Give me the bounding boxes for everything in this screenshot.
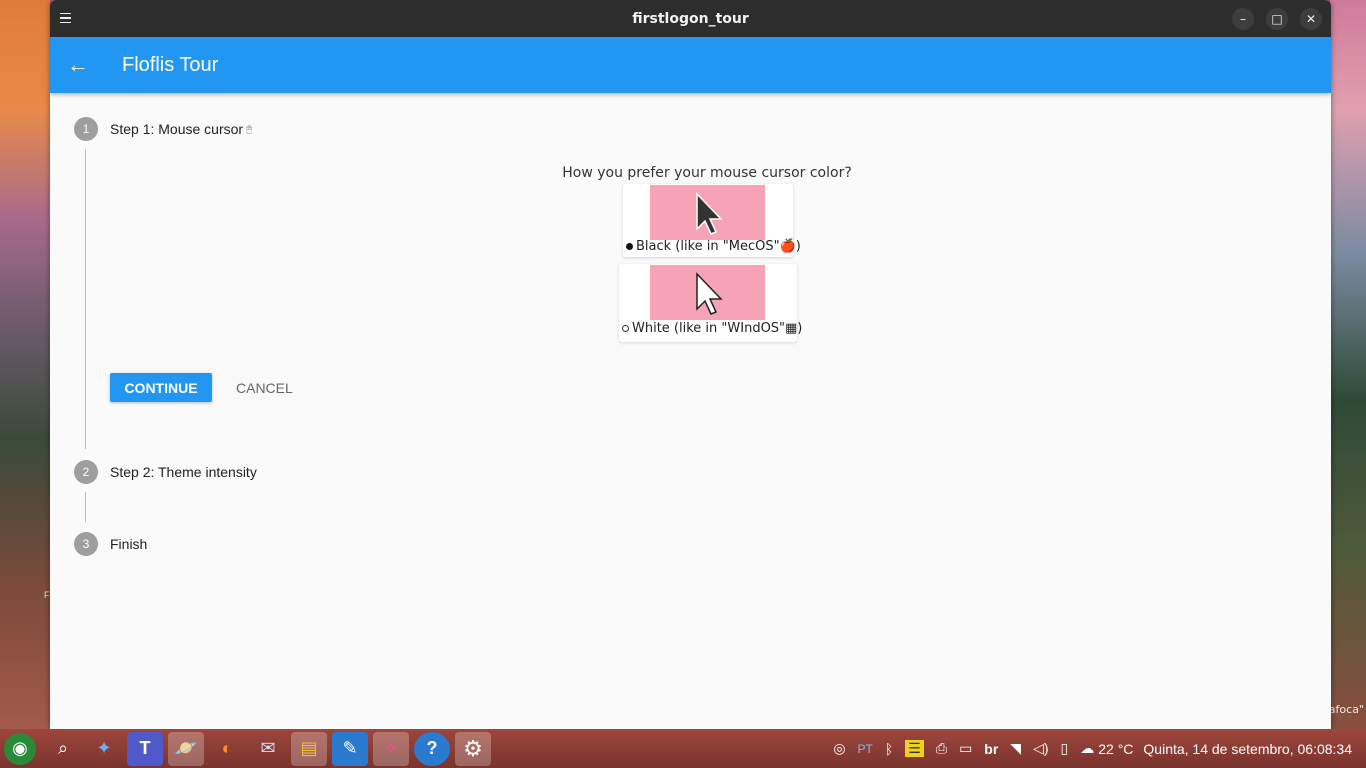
- search-icon[interactable]: ⌕: [45, 732, 81, 766]
- step-title: Step 2: Theme intensity: [110, 464, 257, 480]
- app-window: firstlogon_tour – □ ✕ ← Floflis Tour 1 S…: [50, 0, 1331, 729]
- cancel-button[interactable]: CANCEL: [228, 373, 301, 402]
- option-white-label: White (like in "WIndOS"▦): [622, 321, 802, 336]
- step-number: 2: [74, 460, 98, 484]
- keyboard-layout[interactable]: br: [984, 741, 998, 757]
- step-number: 1: [74, 117, 98, 141]
- planet-app-icon[interactable]: 🪐: [168, 731, 204, 766]
- battery-icon[interactable]: ▯: [1061, 740, 1069, 757]
- desktop-icon-label: afoca": [1328, 703, 1364, 716]
- maximize-button[interactable]: □: [1266, 8, 1288, 30]
- option-white-text: White (like in "WIndOS"▦): [632, 321, 803, 336]
- minimize-button[interactable]: –: [1232, 8, 1254, 30]
- weather-icon[interactable]: ☁: [1080, 740, 1094, 757]
- step-title: Step 1: Mouse cursor: [110, 121, 244, 137]
- firefox-icon[interactable]: ◐: [209, 732, 245, 766]
- white-cursor-preview: [650, 265, 765, 320]
- step-theme-intensity[interactable]: 2 Step 2: Theme intensity: [74, 460, 257, 484]
- back-arrow-icon[interactable]: ←: [50, 37, 106, 93]
- option-black-cursor[interactable]: Black (like in "MecOS"🍎): [623, 184, 801, 257]
- step-title: Finish: [110, 536, 148, 552]
- desktop-wallpaper-right: [1330, 0, 1366, 730]
- help-icon[interactable]: ?: [414, 731, 450, 766]
- step-finish[interactable]: 3 Finish: [74, 532, 147, 556]
- mouse-icon: 🖱: [246, 123, 253, 135]
- notes-icon[interactable]: ☰: [905, 740, 924, 757]
- window-menu-icon[interactable]: [60, 9, 76, 27]
- wifi-icon[interactable]: ◥: [1010, 740, 1021, 757]
- close-button[interactable]: ✕: [1300, 8, 1322, 30]
- step-connector: [85, 492, 86, 522]
- text-editor-icon[interactable]: ✎: [332, 731, 368, 766]
- printer-icon[interactable]: ⎙: [936, 740, 947, 757]
- black-cursor-icon: [696, 192, 723, 235]
- clock[interactable]: Quinta, 14 de setembro, 06:08:34: [1143, 741, 1352, 757]
- bluetooth-icon[interactable]: ᛒ: [885, 741, 893, 757]
- app-bar: ← Floflis Tour: [50, 37, 1331, 93]
- mail-icon[interactable]: ✉: [250, 732, 286, 766]
- settings-icon[interactable]: ⚙: [455, 731, 491, 766]
- window-titlebar[interactable]: firstlogon_tour – □ ✕: [50, 0, 1331, 37]
- temperature[interactable]: 22 °C: [1098, 741, 1133, 757]
- teams-icon[interactable]: T: [127, 731, 163, 766]
- step-connector: [85, 149, 86, 449]
- camera-icon[interactable]: ◎: [833, 740, 845, 757]
- window-title: firstlogon_tour: [632, 10, 749, 27]
- step-mouse-cursor[interactable]: 1 Step 1: Mouse cursor 🖱: [74, 117, 252, 141]
- volume-icon[interactable]: ◁): [1033, 740, 1048, 757]
- stepper: 1 Step 1: Mouse cursor 🖱 How you prefer …: [50, 93, 1331, 729]
- desktop-edge-text: F: [44, 590, 50, 600]
- option-white-cursor[interactable]: White (like in "WIndOS"▦): [619, 264, 802, 342]
- option-black-text: Black (like in "MecOS"🍎): [636, 239, 801, 254]
- keyboard-lang-indicator[interactable]: PT: [858, 742, 873, 756]
- continue-button[interactable]: CONTINUE: [110, 373, 212, 402]
- genie-icon[interactable]: ✦: [86, 732, 122, 766]
- media-app-icon[interactable]: ✧: [373, 731, 409, 766]
- system-tray: ◎ PT ᛒ ☰ ⎙ ▭ br ◥ ◁) ▯ ☁ 22 °C Quinta, 1…: [821, 729, 1366, 768]
- app-title: Floflis Tour: [122, 53, 219, 76]
- files-icon[interactable]: ▤: [291, 731, 327, 766]
- black-cursor-preview: [650, 185, 765, 240]
- option-black-label: Black (like in "MecOS"🍎): [626, 239, 801, 254]
- desktop-wallpaper-left: [0, 0, 50, 730]
- cursor-question: How you prefer your mouse cursor color?: [562, 165, 852, 181]
- display-icon[interactable]: ▭: [959, 740, 972, 757]
- step-number: 3: [74, 532, 98, 556]
- taskbar: ◉ ⌕ ✦ T 🪐 ◐ ✉ ▤ ✎ ✧ ? ⚙ ◎ PT ᛒ ☰ ⎙ ▭ br …: [0, 729, 1366, 768]
- radio-selected-icon: [626, 243, 633, 250]
- radio-unselected-icon: [622, 325, 629, 332]
- launcher-icon[interactable]: ◉: [4, 732, 36, 765]
- white-cursor-icon: [696, 272, 723, 315]
